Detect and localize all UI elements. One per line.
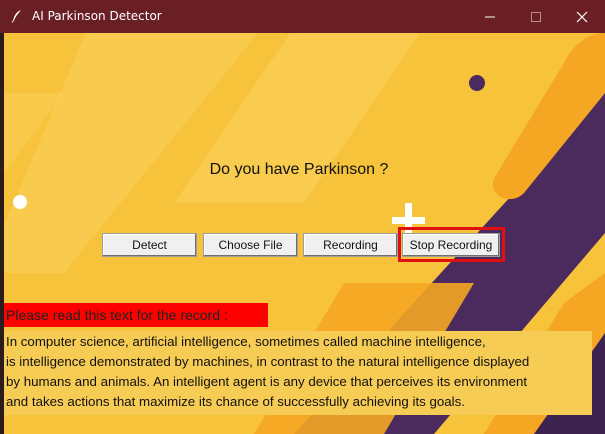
minimize-button[interactable] — [467, 0, 513, 33]
paragraph-line: and takes actions that maximize its chan… — [6, 394, 465, 409]
window-title: AI Parkinson Detector — [32, 9, 162, 23]
reading-paragraph: In computer science, artificial intellig… — [4, 331, 592, 415]
paragraph-line: In computer science, artificial intellig… — [6, 334, 486, 349]
minimize-icon — [485, 16, 495, 17]
title-bar[interactable]: AI Parkinson Detector — [0, 0, 605, 33]
record-notice: Please read this text for the record : — [4, 303, 268, 327]
choose-file-button[interactable]: Choose File — [203, 233, 298, 257]
close-button[interactable] — [559, 0, 605, 33]
paragraph-line: by humans and animals. An intelligent ag… — [6, 374, 528, 389]
paragraph-line: is intelligence demonstrated by machines… — [6, 354, 530, 369]
maximize-button[interactable] — [513, 0, 559, 33]
highlight-box — [398, 227, 505, 262]
main-panel: Do you have Parkinson ? Detect Choose Fi… — [4, 33, 605, 434]
feather-icon — [11, 10, 21, 23]
app-window: AI Parkinson Detector Do you have Parkin… — [0, 0, 605, 434]
maximize-icon — [531, 11, 541, 22]
close-icon — [576, 11, 588, 22]
recording-button[interactable]: Recording — [303, 233, 398, 257]
detect-button[interactable]: Detect — [102, 233, 197, 257]
question-label: Do you have Parkinson ? — [209, 161, 389, 178]
